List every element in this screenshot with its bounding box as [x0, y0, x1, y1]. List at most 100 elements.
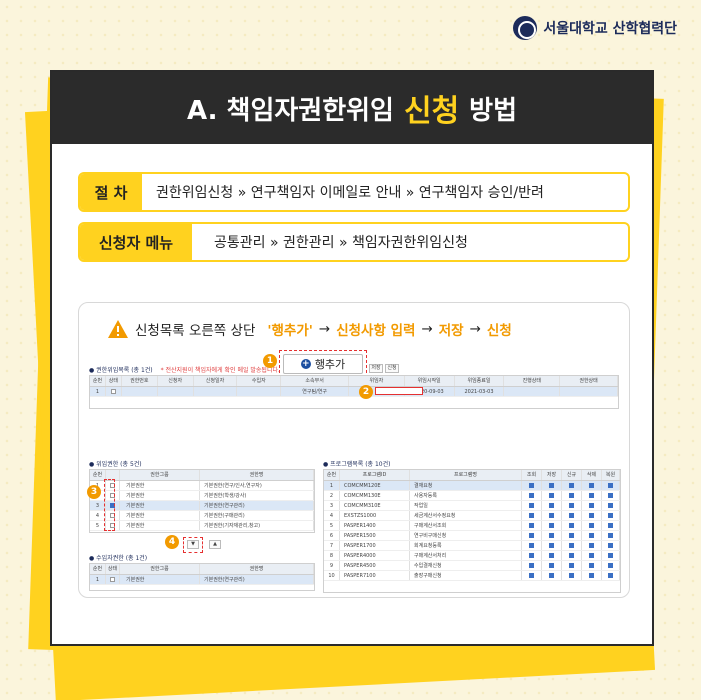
permission-checkbox[interactable]	[549, 503, 554, 508]
permission-checkbox[interactable]	[589, 493, 594, 498]
program-grid: 순번 프로그램ID 프로그램명 조회 저장 신규 삭제 복원 1 COMCMM12…	[323, 469, 621, 593]
permission-checkbox[interactable]	[608, 553, 613, 558]
permission-checkbox[interactable]	[589, 483, 594, 488]
procedure-text: 권한위임신청 » 연구책임자 이메일로 안내 » 연구책임자 승인/반려	[156, 185, 544, 201]
list-panel-title: ● 권한위임목록 (총 1건) * 전산지원이 책임자에게 확인 메일 발송됩니…	[89, 367, 280, 374]
table-row[interactable]: 6 PASPER1500 연구비구매신청	[324, 531, 620, 541]
table-row[interactable]: 5 기본권한 기본권한(기자재관리,창고)	[90, 521, 314, 531]
permission-checkbox[interactable]	[529, 503, 534, 508]
permission-checkbox[interactable]	[589, 513, 594, 518]
delegate-search-input[interactable]	[375, 387, 423, 395]
permission-checkbox[interactable]	[608, 503, 613, 508]
table-row[interactable]: 9 PASPER4500 수입결재신청	[324, 561, 620, 571]
table-row[interactable]: 3 기본권한 기본권한(연구관리)	[90, 501, 314, 511]
university-seal-icon	[513, 16, 538, 40]
permission-checkbox[interactable]	[549, 493, 554, 498]
permission-checkbox[interactable]	[569, 573, 574, 578]
permission-checkbox[interactable]	[589, 573, 594, 578]
checkbox-column-highlight	[104, 479, 115, 531]
table-row[interactable]: 2 기본권한 기본권한(학생/강사)	[90, 491, 314, 501]
permission-checkbox[interactable]	[589, 503, 594, 508]
recv-panel-title: ● 수임자권한 (총 1건)	[89, 555, 148, 562]
permission-checkbox[interactable]	[569, 503, 574, 508]
permission-checkbox[interactable]	[549, 553, 554, 558]
permission-checkbox[interactable]	[569, 533, 574, 538]
add-row-button[interactable]: + 행추가	[283, 354, 363, 374]
permission-checkbox[interactable]	[529, 553, 534, 558]
permission-checkbox[interactable]	[549, 573, 554, 578]
permission-checkbox[interactable]	[569, 543, 574, 548]
table-row[interactable]: 1 기본권한 기본권한(연구/인사,연구자)	[90, 481, 314, 491]
procedure-row: 절 차 권한위임신청 » 연구책임자 이메일로 안내 » 연구책임자 승인/반려	[78, 172, 630, 212]
permission-checkbox[interactable]	[569, 483, 574, 488]
permission-checkbox[interactable]	[549, 563, 554, 568]
permission-checkbox[interactable]	[549, 513, 554, 518]
permission-checkbox[interactable]	[529, 533, 534, 538]
grant-panel-title: ● 위임권한 (총 5건)	[89, 461, 142, 468]
brand-logo: 서울대학교 산학협력단	[513, 16, 677, 40]
screenshot-panel: 신청목록 오른쪽 상단 '행추가' → 신청사항 입력 → 저장 → 신청 ● …	[78, 302, 630, 598]
permission-checkbox[interactable]	[549, 533, 554, 538]
apply-button[interactable]: 신청	[385, 364, 399, 373]
recv-grid: 순번 상태 권한그룹 권한명 1 기본권한 기본권한(연구관리)	[89, 563, 315, 591]
menu-row: 신청자 메뉴 공통관리 » 권한관리 » 책임자권한위임신청	[78, 222, 630, 262]
permission-checkbox[interactable]	[569, 563, 574, 568]
arrow-2: →	[421, 321, 433, 337]
permission-checkbox[interactable]	[549, 483, 554, 488]
instruction-step-apply: 신청	[486, 323, 512, 339]
permission-checkbox[interactable]	[569, 523, 574, 528]
table-row[interactable]: 3 COMCMM310E 작업일	[324, 501, 620, 511]
permission-checkbox[interactable]	[529, 573, 534, 578]
table-row[interactable]: 1 COMCMM120E 결재요청	[324, 481, 620, 491]
page-title: A. 책임자권한위임 신청 방법	[52, 72, 652, 144]
permission-checkbox[interactable]	[608, 523, 613, 528]
procedure-label: 절 차	[80, 174, 142, 210]
permission-checkbox[interactable]	[608, 513, 613, 518]
row-checkbox[interactable]	[110, 577, 115, 582]
permission-checkbox[interactable]	[529, 493, 534, 498]
row-checkbox[interactable]	[110, 389, 116, 394]
permission-checkbox[interactable]	[549, 523, 554, 528]
permission-checkbox[interactable]	[608, 483, 613, 488]
table-row[interactable]: 2 COMCMM130E 사용자등록	[324, 491, 620, 501]
move-up-button[interactable]: ▲	[209, 540, 221, 549]
permission-checkbox[interactable]	[589, 533, 594, 538]
permission-checkbox[interactable]	[529, 543, 534, 548]
save-button[interactable]: 저장	[369, 364, 383, 373]
menu-label: 신청자 메뉴	[80, 224, 192, 260]
permission-checkbox[interactable]	[549, 543, 554, 548]
permission-checkbox[interactable]	[589, 563, 594, 568]
title-suffix: 방법	[469, 95, 518, 126]
permission-checkbox[interactable]	[608, 563, 613, 568]
title-accent: 신청	[403, 94, 460, 129]
program-rows: 1 COMCMM120E 결재요청 2 COMCMM130E 사용자등록 3 COMCMM31…	[324, 481, 620, 581]
permission-checkbox[interactable]	[589, 553, 594, 558]
permission-checkbox[interactable]	[529, 563, 534, 568]
table-row[interactable]: 10 PASPER7100 출장구매신청	[324, 571, 620, 581]
permission-checkbox[interactable]	[589, 543, 594, 548]
permission-checkbox[interactable]	[569, 553, 574, 558]
add-row-label: 행추가	[314, 358, 346, 371]
permission-checkbox[interactable]	[529, 523, 534, 528]
permission-checkbox[interactable]	[529, 513, 534, 518]
instruction-step-add-row: '행추가'	[267, 323, 313, 339]
table-row[interactable]: 4 기본권한 기본권한(구매관리)	[90, 511, 314, 521]
warning-icon	[107, 319, 129, 339]
instruction-lead: 신청목록 오른쪽 상단	[135, 323, 256, 339]
permission-checkbox[interactable]	[569, 493, 574, 498]
permission-checkbox[interactable]	[608, 543, 613, 548]
table-row[interactable]: 1 연구팀/연구 2020-09-03 2021-03-03	[90, 387, 618, 397]
permission-checkbox[interactable]	[589, 523, 594, 528]
table-row[interactable]: 4 EXSTZS1000 세금계산서수정요청	[324, 511, 620, 521]
permission-checkbox[interactable]	[608, 573, 613, 578]
permission-checkbox[interactable]	[529, 483, 534, 488]
table-row[interactable]: 7 PASPER1700 회계요청등록	[324, 541, 620, 551]
table-row[interactable]: 5 PASPER1400 구매계산서조회	[324, 521, 620, 531]
table-row[interactable]: 8 PASPER4000 구매계산서처리	[324, 551, 620, 561]
title-prefix: A. 책임자권한위임	[186, 95, 394, 126]
move-down-button[interactable]: ▼	[187, 540, 199, 549]
table-row[interactable]: 1 기본권한 기본권한(연구관리)	[90, 575, 314, 585]
permission-checkbox[interactable]	[569, 513, 574, 518]
permission-checkbox[interactable]	[608, 493, 613, 498]
permission-checkbox[interactable]	[608, 533, 613, 538]
